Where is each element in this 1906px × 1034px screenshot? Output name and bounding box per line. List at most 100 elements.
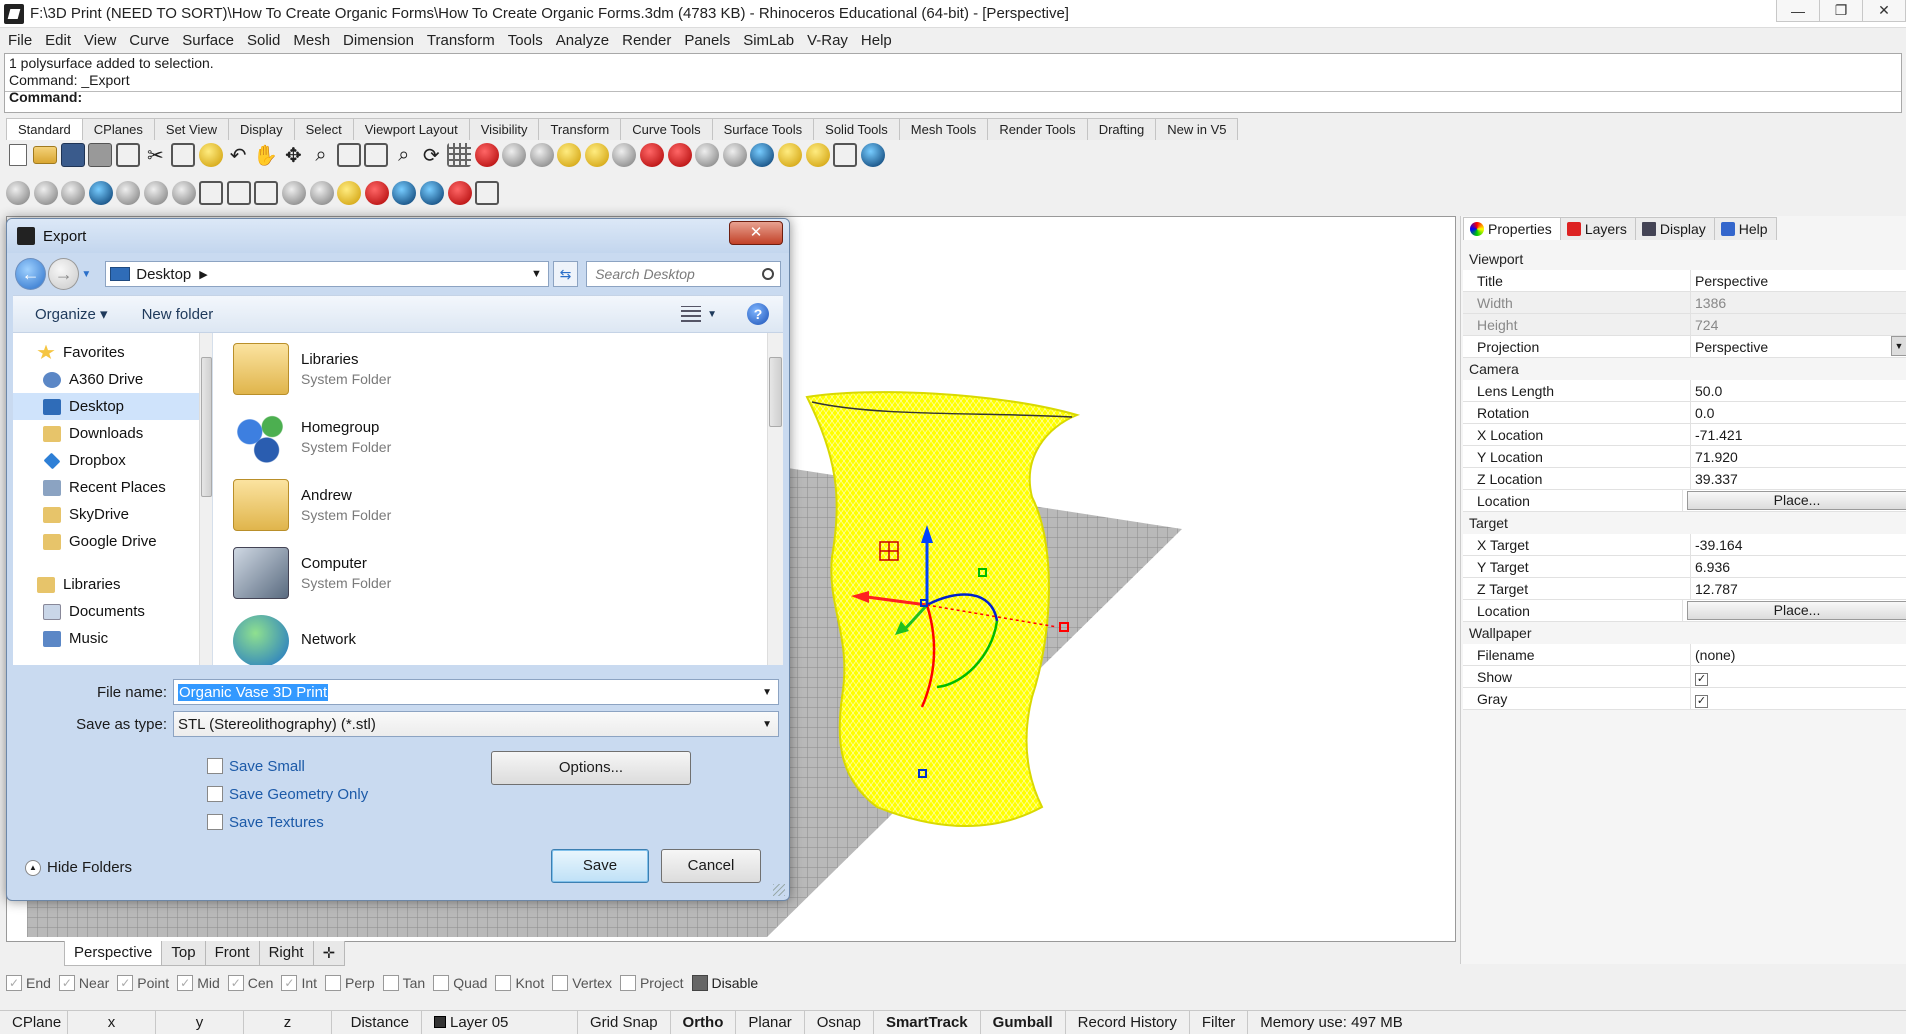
- checkbox[interactable]: [325, 975, 342, 991]
- tab-curve-tools[interactable]: Curve Tools: [620, 118, 713, 140]
- pan-hand-icon[interactable]: ✋: [253, 143, 278, 167]
- material-icon[interactable]: [640, 143, 665, 167]
- paste-icon[interactable]: [198, 143, 223, 167]
- checkbox[interactable]: [552, 975, 569, 991]
- hide-folders-toggle[interactable]: ▲ Hide Folders: [25, 859, 132, 876]
- ghosted-icon[interactable]: [88, 181, 113, 205]
- menu-help[interactable]: Help: [857, 32, 901, 49]
- nav-a360-drive[interactable]: A360 Drive: [13, 366, 212, 393]
- status-ortho[interactable]: Ortho: [671, 1010, 737, 1034]
- checkbox[interactable]: ✓: [117, 975, 134, 991]
- tab-standard[interactable]: Standard: [6, 118, 83, 140]
- list-item[interactable]: Homegroup System Folder: [233, 405, 391, 469]
- cancel-button[interactable]: Cancel: [661, 849, 761, 883]
- status-layer[interactable]: Layer 05: [422, 1010, 578, 1034]
- list-item[interactable]: Computer System Folder: [233, 541, 391, 605]
- save-type-select[interactable]: STL (Stereolithography) (*.stl) ▼: [173, 711, 779, 737]
- light-bulb-icon[interactable]: [584, 143, 609, 167]
- tab-top[interactable]: Top: [161, 941, 206, 966]
- shaded-sphere-icon[interactable]: [722, 143, 747, 167]
- zoom-selected-icon[interactable]: ⌕: [392, 143, 416, 167]
- menu-panels[interactable]: Panels: [680, 32, 739, 49]
- target-icon[interactable]: [364, 181, 389, 205]
- nav-favorites[interactable]: Favorites: [13, 339, 212, 366]
- mouse-alt-icon[interactable]: [254, 181, 279, 205]
- show-checkbox[interactable]: ✓: [1695, 673, 1708, 686]
- checkbox[interactable]: [619, 975, 636, 991]
- pencil-icon[interactable]: [778, 143, 803, 167]
- help-icon[interactable]: [860, 143, 885, 167]
- forward-arrow-icon[interactable]: →: [48, 258, 80, 290]
- status-grid-snap[interactable]: Grid Snap: [578, 1010, 671, 1034]
- menu-solid[interactable]: Solid: [243, 32, 289, 49]
- pen-icon[interactable]: [199, 181, 224, 205]
- checkbox[interactable]: ✓: [281, 975, 298, 991]
- menu-analyze[interactable]: Analyze: [552, 32, 618, 49]
- list-item[interactable]: Libraries System Folder: [233, 337, 391, 401]
- mouse-icon[interactable]: [226, 181, 251, 205]
- tools-icon[interactable]: [447, 181, 472, 205]
- nav-dropbox[interactable]: Dropbox: [13, 447, 212, 474]
- menu-view[interactable]: View: [80, 32, 125, 49]
- option-save-textures[interactable]: Save Textures: [207, 809, 507, 835]
- resize-grip-icon[interactable]: [773, 884, 785, 896]
- target-place-button[interactable]: Place...: [1687, 601, 1906, 620]
- status-osnap[interactable]: Osnap: [805, 1010, 874, 1034]
- move-icon[interactable]: ✥: [281, 143, 305, 167]
- tab-set-view[interactable]: Set View: [153, 118, 229, 140]
- tab-properties[interactable]: Properties: [1463, 217, 1561, 240]
- close-button[interactable]: ✕: [1862, 0, 1906, 22]
- checkbox[interactable]: [495, 975, 512, 991]
- sun-icon[interactable]: [337, 181, 362, 205]
- nav-music[interactable]: Music: [13, 625, 212, 652]
- status-smarttrack[interactable]: SmartTrack: [874, 1010, 981, 1034]
- point-icon[interactable]: [529, 143, 554, 167]
- nav-recent-places[interactable]: Recent Places: [13, 474, 212, 501]
- wireframe-icon[interactable]: [6, 181, 30, 205]
- osnap-cen[interactable]: ✓ Cen: [227, 975, 273, 991]
- open-folder-icon[interactable]: [33, 146, 57, 164]
- minimize-button[interactable]: —: [1776, 0, 1820, 22]
- checkbox[interactable]: [691, 975, 708, 991]
- menu-edit[interactable]: Edit: [41, 32, 80, 49]
- gray-checkbox[interactable]: ✓: [1695, 695, 1708, 708]
- tab-display-panel[interactable]: Display: [1634, 217, 1715, 240]
- tab-render-tools[interactable]: Render Tools: [987, 118, 1088, 140]
- back-arrow-icon[interactable]: ←: [15, 258, 47, 290]
- grid-options-icon[interactable]: [833, 143, 858, 167]
- tab-drafting[interactable]: Drafting: [1086, 118, 1157, 140]
- spotlight-icon[interactable]: [419, 181, 444, 205]
- nav-skydrive[interactable]: SkyDrive: [13, 501, 212, 528]
- menu-surface[interactable]: Surface: [178, 32, 243, 49]
- checkbox[interactable]: ✓: [177, 975, 194, 991]
- tab-viewport-layout[interactable]: Viewport Layout: [352, 118, 470, 140]
- address-bar[interactable]: Desktop ▶ ▼: [105, 261, 549, 287]
- print-icon[interactable]: [88, 143, 113, 167]
- osnap-quad[interactable]: Quad: [433, 975, 487, 991]
- dialog-close-button[interactable]: ✕: [729, 221, 783, 245]
- menu-file[interactable]: File: [4, 32, 41, 49]
- camera-icon[interactable]: [392, 181, 417, 205]
- osnap-mid[interactable]: ✓ Mid: [177, 975, 220, 991]
- tab-mesh-tools[interactable]: Mesh Tools: [898, 118, 989, 140]
- checkbox[interactable]: [207, 758, 223, 774]
- lock-icon[interactable]: [612, 143, 637, 167]
- view-dropdown-icon[interactable]: ▼: [707, 309, 717, 320]
- organic-vase-model[interactable]: [805, 391, 1081, 827]
- cut-icon[interactable]: ✂: [143, 143, 167, 167]
- status-planar[interactable]: Planar: [736, 1010, 805, 1034]
- camera-place-button[interactable]: Place...: [1687, 491, 1906, 510]
- file-list-scrollbar[interactable]: [767, 333, 783, 665]
- technical-icon[interactable]: [143, 181, 168, 205]
- status-filter[interactable]: Filter: [1190, 1010, 1249, 1034]
- tab-cplanes[interactable]: CPlanes: [81, 118, 155, 140]
- file-name-input[interactable]: Organic Vase 3D Print ▼: [173, 679, 779, 705]
- add-viewport-button[interactable]: ✛: [312, 941, 346, 966]
- options-button[interactable]: Options...: [491, 751, 691, 785]
- render-icon[interactable]: [750, 143, 775, 167]
- gear-icon[interactable]: [805, 143, 830, 167]
- tab-front[interactable]: Front: [204, 941, 260, 966]
- osnap-knot[interactable]: Knot: [495, 975, 544, 991]
- checkbox[interactable]: [382, 975, 399, 991]
- tab-new-in-v5[interactable]: New in V5: [1155, 118, 1239, 140]
